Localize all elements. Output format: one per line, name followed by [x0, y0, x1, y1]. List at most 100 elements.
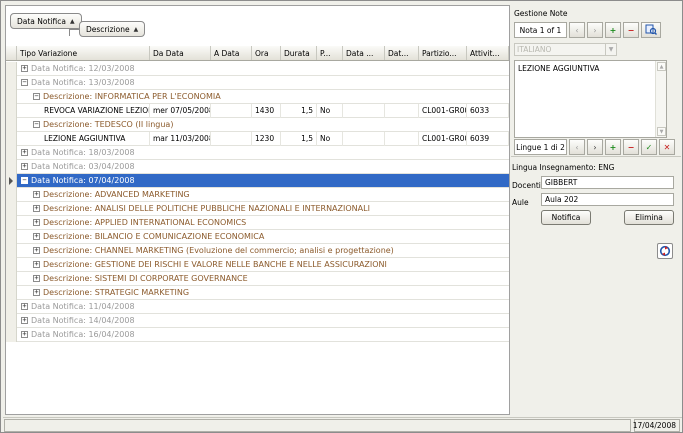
row-indicator[interactable] — [6, 117, 17, 132]
row-indicator[interactable] — [6, 61, 17, 76]
note-text-area[interactable]: LEZIONE AGGIUNTIVA ▲ ▼ — [514, 60, 667, 138]
edit-note-button[interactable] — [641, 22, 661, 38]
column-header[interactable]: P... — [317, 46, 343, 60]
refresh-button[interactable] — [657, 243, 673, 259]
table-cell[interactable]: mar 11/03/2008 — [150, 131, 211, 146]
table-cell[interactable]: No — [317, 103, 343, 118]
group-row-descrizione[interactable]: + Descrizione: APPLIED INTERNATIONAL ECON… — [6, 215, 509, 230]
group-row-data-notifica[interactable]: + Data Notifica: 14/04/2008 — [6, 313, 509, 328]
column-header[interactable]: Ora — [252, 46, 281, 60]
row-indicator[interactable] — [6, 201, 17, 216]
prev-note-button[interactable]: ‹ — [569, 22, 585, 38]
table-cell[interactable] — [385, 131, 419, 146]
row-indicator[interactable] — [6, 313, 17, 328]
group-row-descrizione[interactable]: + Descrizione: ANALISI DELLE POLITICHE PU… — [6, 201, 509, 216]
table-row[interactable]: LEZIONE AGGIUNTIVA mar 11/03/2008 1230 1,5 N… — [6, 131, 509, 146]
collapse-icon[interactable]: − — [21, 177, 28, 184]
expand-icon[interactable]: + — [33, 205, 40, 212]
table-cell[interactable] — [343, 103, 385, 118]
table-cell[interactable]: 1430 — [252, 103, 281, 118]
row-indicator[interactable] — [6, 145, 17, 160]
next-note-button[interactable]: › — [587, 22, 603, 38]
group-chip-descrizione[interactable]: Descrizione ▲ — [79, 21, 146, 37]
expand-icon[interactable]: + — [33, 191, 40, 198]
row-indicator[interactable] — [6, 187, 17, 202]
expand-icon[interactable]: + — [21, 163, 28, 170]
expand-icon[interactable]: + — [21, 65, 28, 72]
cancel-language-button[interactable]: ✕ — [659, 139, 675, 155]
row-indicator[interactable] — [6, 215, 17, 230]
table-cell[interactable]: LEZIONE AGGIUNTIVA — [17, 131, 150, 146]
remove-language-button[interactable]: − — [623, 139, 639, 155]
row-indicator[interactable] — [6, 159, 17, 174]
column-header[interactable]: Da Data — [150, 46, 211, 60]
column-header[interactable]: Data ... — [343, 46, 385, 60]
group-row-descrizione[interactable]: + Descrizione: ADVANCED MARKETING — [6, 187, 509, 202]
expand-icon[interactable]: + — [33, 261, 40, 268]
row-indicator[interactable] — [6, 243, 17, 258]
group-row-descrizione[interactable]: + Descrizione: STRATEGIC MARKETING — [6, 285, 509, 300]
group-row-data-notifica[interactable]: + Data Notifica: 12/03/2008 — [6, 61, 509, 76]
table-cell[interactable]: 6039 — [467, 131, 509, 146]
table-cell[interactable]: CL001-GR001 — [419, 131, 467, 146]
notifica-button[interactable]: Notifica — [541, 210, 591, 225]
row-indicator[interactable] — [6, 103, 17, 118]
group-row-data-notifica[interactable]: + Data Notifica: 16/04/2008 — [6, 327, 509, 342]
confirm-language-button[interactable]: ✓ — [641, 139, 657, 155]
collapse-icon[interactable]: − — [21, 79, 28, 86]
table-cell[interactable]: 1,5 — [281, 103, 317, 118]
table-cell[interactable]: 6033 — [467, 103, 509, 118]
table-cell[interactable]: CL001-GR001 — [419, 103, 467, 118]
table-cell[interactable] — [211, 131, 252, 146]
row-indicator[interactable] — [6, 229, 17, 244]
group-row-data-notifica[interactable]: − Data Notifica: 13/03/2008 — [6, 75, 509, 90]
group-chip-data-notifica[interactable]: Data Notifica ▲ — [10, 13, 82, 29]
row-indicator[interactable] — [6, 257, 17, 272]
expand-icon[interactable]: + — [33, 233, 40, 240]
note-scrollbar[interactable]: ▲ ▼ — [655, 61, 666, 137]
column-header[interactable]: Tipo Variazione — [17, 46, 150, 60]
table-cell[interactable]: 1230 — [252, 131, 281, 146]
column-header[interactable]: Durata — [281, 46, 317, 60]
table-cell[interactable] — [343, 131, 385, 146]
expand-icon[interactable]: + — [21, 331, 28, 338]
scroll-down-icon[interactable]: ▼ — [657, 127, 666, 136]
collapse-icon[interactable]: − — [33, 121, 40, 128]
table-cell[interactable]: 1,5 — [281, 131, 317, 146]
table-cell[interactable]: REVOCA VARIAZIONE LEZIONE — [17, 103, 150, 118]
group-row-data-notifica[interactable]: + Data Notifica: 11/04/2008 — [6, 299, 509, 314]
expand-icon[interactable]: + — [33, 219, 40, 226]
add-note-button[interactable]: + — [605, 22, 621, 38]
scroll-up-icon[interactable]: ▲ — [657, 62, 666, 71]
prev-language-button[interactable]: ‹ — [569, 139, 585, 155]
group-row-descrizione[interactable]: + Descrizione: CHANNEL MARKETING (Evoluzi… — [6, 243, 509, 258]
remove-note-button[interactable]: − — [623, 22, 639, 38]
docenti-field[interactable]: GIBBERT — [541, 176, 674, 189]
expand-icon[interactable]: + — [21, 317, 28, 324]
group-row-data-notifica[interactable]: + Data Notifica: 03/04/2008 — [6, 159, 509, 174]
aule-field[interactable]: Aula 202 — [541, 193, 674, 206]
row-indicator[interactable] — [6, 131, 17, 146]
group-row-descrizione[interactable]: + Descrizione: GESTIONE DEI RISCHI E VALO… — [6, 257, 509, 272]
table-cell[interactable]: mer 07/05/2008 — [150, 103, 211, 118]
next-language-button[interactable]: › — [587, 139, 603, 155]
table-cell[interactable] — [385, 103, 419, 118]
expand-icon[interactable]: + — [21, 303, 28, 310]
group-row-descrizione[interactable]: + Descrizione: BILANCIO E COMUNICAZIONE E… — [6, 229, 509, 244]
column-header[interactable]: Partizio... — [419, 46, 467, 60]
group-row-data-notifica[interactable]: − Data Notifica: 07/04/2008 — [6, 173, 509, 188]
row-indicator[interactable] — [6, 89, 17, 104]
row-indicator[interactable] — [6, 285, 17, 300]
expand-icon[interactable]: + — [21, 149, 28, 156]
table-row[interactable]: REVOCA VARIAZIONE LEZIONE mer 07/05/2008 1… — [6, 103, 509, 118]
column-header[interactable]: Attivit... — [467, 46, 509, 60]
group-row-descrizione[interactable]: − Descrizione: INFORMATICA PER L'ECONOMIA — [6, 89, 509, 104]
expand-icon[interactable]: + — [33, 247, 40, 254]
row-indicator[interactable] — [6, 299, 17, 314]
row-indicator[interactable] — [6, 327, 17, 342]
expand-icon[interactable]: + — [33, 289, 40, 296]
group-row-data-notifica[interactable]: + Data Notifica: 18/03/2008 — [6, 145, 509, 160]
elimina-button[interactable]: Elimina — [624, 210, 674, 225]
table-cell[interactable]: No — [317, 131, 343, 146]
column-header[interactable]: Dat... — [385, 46, 419, 60]
